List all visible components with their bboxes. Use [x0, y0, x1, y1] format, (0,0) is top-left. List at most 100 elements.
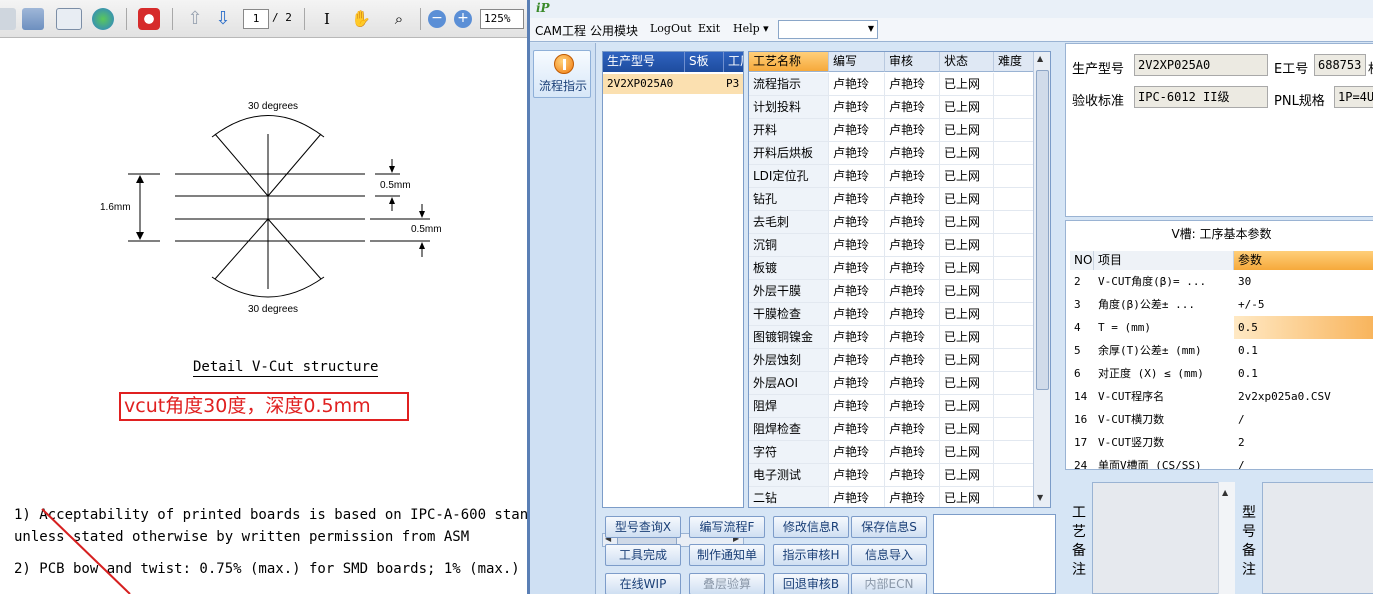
process-cell[interactable]: 卢艳玲: [885, 165, 940, 187]
parameter-row[interactable]: 2 V-CUT角度(β)= ... 30: [1066, 270, 1373, 293]
process-cell[interactable]: 钻孔: [749, 188, 829, 210]
action-button[interactable]: 在线WIP: [605, 573, 681, 594]
process-cell[interactable]: [994, 418, 1034, 440]
process-cell[interactable]: 已上网: [940, 142, 994, 164]
process-cell[interactable]: [994, 349, 1034, 371]
process-cell[interactable]: [994, 257, 1034, 279]
process-cell[interactable]: 去毛刺: [749, 211, 829, 233]
process-row[interactable]: 外层AOI 卢艳玲 卢艳玲 已上网: [749, 372, 1034, 395]
process-row[interactable]: 流程指示 卢艳玲 卢艳玲 已上网: [749, 73, 1034, 96]
process-cell[interactable]: 卢艳玲: [829, 211, 885, 233]
parameter-val-cell[interactable]: 30: [1234, 270, 1373, 293]
process-row[interactable]: 干膜检查 卢艳玲 卢艳玲 已上网: [749, 303, 1034, 326]
process-cell[interactable]: 卢艳玲: [829, 188, 885, 210]
scroll-up-icon[interactable]: ▲: [1222, 488, 1228, 497]
process-cell[interactable]: 已上网: [940, 165, 994, 187]
process-cell[interactable]: 卢艳玲: [885, 372, 940, 394]
model-cell[interactable]: [685, 74, 724, 94]
process-cell[interactable]: 卢艳玲: [829, 165, 885, 187]
process-cell[interactable]: [994, 188, 1034, 210]
parameter-val-cell[interactable]: +/-5: [1234, 293, 1373, 316]
process-cell[interactable]: 已上网: [940, 395, 994, 417]
process-row[interactable]: 外层蚀刻 卢艳玲 卢艳玲 已上网: [749, 349, 1034, 372]
column-header[interactable]: 难度: [994, 52, 1034, 72]
parameter-row[interactable]: 17 V-CUT竖刀数 2: [1066, 431, 1373, 454]
action-button[interactable]: 内部ECN: [851, 573, 927, 594]
process-cell[interactable]: [994, 372, 1034, 394]
process-cell[interactable]: 卢艳玲: [829, 441, 885, 463]
process-cell[interactable]: 已上网: [940, 372, 994, 394]
parameter-val-cell[interactable]: 0.1: [1234, 339, 1373, 362]
column-header[interactable]: 项目: [1094, 251, 1234, 270]
process-cell[interactable]: 沉铜: [749, 234, 829, 256]
process-cell[interactable]: [994, 142, 1034, 164]
marquee-zoom-icon[interactable]: ⌕: [388, 8, 410, 30]
parameter-val-cell[interactable]: 2v2xp025a0.CSV: [1234, 385, 1373, 408]
menu-cam[interactable]: CAM工程: [535, 22, 586, 39]
process-cell[interactable]: 已上网: [940, 441, 994, 463]
share-icon[interactable]: [92, 8, 114, 30]
menu-help[interactable]: Help ▾: [733, 22, 769, 35]
process-row[interactable]: 去毛刺 卢艳玲 卢艳玲 已上网: [749, 211, 1034, 234]
scroll-up-icon[interactable]: ▲: [1037, 54, 1043, 63]
action-button[interactable]: 工具完成: [605, 544, 681, 566]
process-cell[interactable]: 已上网: [940, 464, 994, 486]
scroll-down-icon[interactable]: ▼: [1037, 493, 1043, 502]
process-row[interactable]: 二钻 卢艳玲 卢艳玲 已上网: [749, 487, 1034, 507]
process-cell[interactable]: 已上网: [940, 234, 994, 256]
process-cell[interactable]: [994, 441, 1034, 463]
column-header[interactable]: NO: [1070, 251, 1094, 270]
process-cell[interactable]: 已上网: [940, 73, 994, 95]
process-row[interactable]: 阻焊 卢艳玲 卢艳玲 已上网: [749, 395, 1034, 418]
process-cell[interactable]: 开料后烘板: [749, 142, 829, 164]
zoom-out-icon[interactable]: −: [428, 10, 446, 28]
model-field[interactable]: 2V2XP025A0: [1134, 54, 1268, 76]
menu-exit[interactable]: Exit: [698, 22, 720, 35]
process-cell[interactable]: 阻焊检查: [749, 418, 829, 440]
menu-logout[interactable]: LogOut: [650, 22, 692, 35]
process-cell[interactable]: 卢艳玲: [829, 142, 885, 164]
parameter-val-cell[interactable]: 0.5: [1234, 316, 1373, 339]
parameter-val-cell[interactable]: 2: [1234, 431, 1373, 454]
process-row[interactable]: LDI定位孔 卢艳玲 卢艳玲 已上网: [749, 165, 1034, 188]
process-cell[interactable]: 卢艳玲: [885, 349, 940, 371]
process-cell[interactable]: 卢艳玲: [885, 441, 940, 463]
scrollbar-thumb[interactable]: [1036, 70, 1049, 390]
parameter-val-cell[interactable]: 0.1: [1234, 362, 1373, 385]
menu-combobox[interactable]: ▼: [778, 20, 878, 39]
process-cell[interactable]: [994, 96, 1034, 118]
process-cell[interactable]: [994, 326, 1034, 348]
action-button[interactable]: 制作通知单: [689, 544, 765, 566]
process-cell[interactable]: 电子测试: [749, 464, 829, 486]
column-header[interactable]: 工艺名称: [749, 52, 829, 72]
action-button[interactable]: 编写流程F: [689, 516, 765, 538]
process-cell[interactable]: 已上网: [940, 487, 994, 507]
process-cell[interactable]: 卢艳玲: [885, 119, 940, 141]
process-cell[interactable]: 卢艳玲: [885, 257, 940, 279]
red-annotation-box[interactable]: vcut角度30度，深度0.5mm: [119, 392, 409, 421]
parameter-row[interactable]: 3 角度(β)公差± ... +/-5: [1066, 293, 1373, 316]
process-cell[interactable]: 字符: [749, 441, 829, 463]
process-cell[interactable]: 已上网: [940, 257, 994, 279]
process-cell[interactable]: 外层AOI: [749, 372, 829, 394]
action-button[interactable]: 回退审核B: [773, 573, 849, 594]
model-cell[interactable]: P3: [724, 74, 743, 94]
process-cell[interactable]: 卢艳玲: [885, 303, 940, 325]
process-cell[interactable]: 阻焊: [749, 395, 829, 417]
process-cell[interactable]: 二钻: [749, 487, 829, 507]
process-cell[interactable]: 计划投料: [749, 96, 829, 118]
action-button[interactable]: 叠层验算: [689, 573, 765, 594]
process-cell[interactable]: 卢艳玲: [885, 326, 940, 348]
email-icon[interactable]: [56, 8, 82, 30]
process-cell[interactable]: 外层干膜: [749, 280, 829, 302]
process-vertical-scrollbar[interactable]: ▲ ▼: [1033, 52, 1050, 507]
process-row[interactable]: 图镀铜镍金 卢艳玲 卢艳玲 已上网: [749, 326, 1034, 349]
notes-textbox[interactable]: [933, 514, 1056, 594]
process-cell[interactable]: 图镀铜镍金: [749, 326, 829, 348]
process-cell[interactable]: [994, 73, 1034, 95]
process-row[interactable]: 开料后烘板 卢艳玲 卢艳玲 已上网: [749, 142, 1034, 165]
process-cell[interactable]: 卢艳玲: [829, 349, 885, 371]
process-cell[interactable]: 卢艳玲: [829, 234, 885, 256]
process-remark-textbox[interactable]: [1092, 482, 1235, 594]
process-cell[interactable]: 卢艳玲: [829, 487, 885, 507]
